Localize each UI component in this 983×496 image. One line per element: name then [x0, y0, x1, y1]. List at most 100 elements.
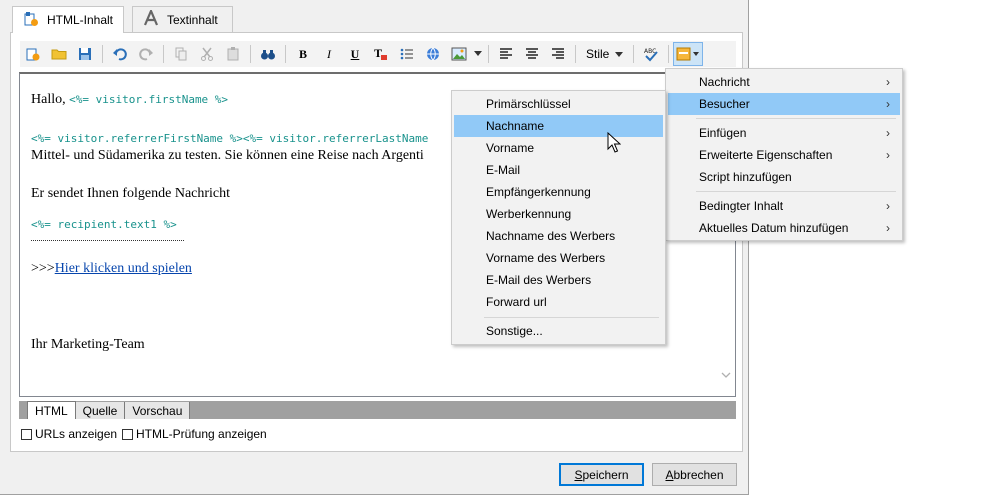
html-content-icon — [23, 11, 39, 30]
tab-html-content[interactable]: HTML-Inhalt — [12, 6, 125, 33]
chevron-right-icon: › — [886, 148, 890, 162]
insert-link-globe-icon[interactable] — [420, 42, 446, 66]
style-dropdown-label: Stile — [586, 47, 610, 61]
menu-item-add-script[interactable]: Script hinzufügen — [668, 166, 900, 188]
save-disk-icon[interactable] — [72, 42, 98, 66]
text-color-icon[interactable]: T — [368, 42, 394, 66]
view-tab-preview[interactable]: Vorschau — [125, 402, 191, 419]
cut-icon[interactable] — [194, 42, 220, 66]
chevron-right-icon: › — [886, 221, 890, 235]
submenu-item-referrer-id[interactable]: Werberkennung — [454, 203, 663, 225]
chevron-right-icon: › — [886, 199, 890, 213]
toolbar-separator — [250, 45, 251, 63]
play-link[interactable]: Hier klicken und spielen — [55, 261, 192, 276]
link-line: >>>Hier klicken und spielen — [31, 261, 192, 277]
html-check-checkbox[interactable] — [122, 428, 133, 440]
toolbar-separator — [633, 45, 635, 63]
show-urls-option[interactable]: URLs anzeigen — [21, 427, 117, 441]
bullet-list-icon[interactable] — [394, 42, 420, 66]
menu-item-label: Aktuelles Datum hinzufügen — [699, 221, 849, 235]
submenu-item-label: Nachname — [486, 119, 545, 133]
submenu-item-referrer-first-name[interactable]: Vorname des Werbers — [454, 247, 663, 269]
show-urls-checkbox[interactable] — [21, 428, 32, 440]
new-document-icon[interactable] — [20, 42, 46, 66]
text-A-icon — [143, 8, 159, 29]
menu-item-label: Nachricht — [699, 75, 750, 89]
align-right-icon[interactable] — [545, 42, 571, 66]
style-dropdown[interactable]: Stile — [580, 42, 629, 66]
editor-toolbar: B I U T Stile ABC — [20, 41, 736, 67]
image-dropdown-chevron-icon[interactable] — [472, 42, 484, 66]
submenu-item-label: E-Mail des Werbers — [486, 273, 592, 287]
menu-item-visitor[interactable]: Besucher › — [668, 93, 900, 115]
align-center-icon[interactable] — [519, 42, 545, 66]
submenu-item-referrer-email[interactable]: E-Mail des Werbers — [454, 269, 663, 291]
menu-item-message[interactable]: Nachricht › — [668, 71, 900, 93]
copy-icon[interactable] — [168, 42, 194, 66]
submenu-item-label: Nachname des Werbers — [486, 229, 616, 243]
referrer-code-line: <%= visitor.referrerFirstName %><%= visi… — [31, 132, 429, 145]
redo-icon[interactable] — [133, 42, 159, 66]
align-left-icon[interactable] — [493, 42, 519, 66]
mouse-pointer-icon — [607, 131, 622, 157]
toolbar-separator — [285, 45, 286, 63]
submenu-item-label: Vorname — [486, 141, 535, 155]
italic-button[interactable]: I — [316, 42, 342, 66]
menu-separator — [484, 317, 659, 318]
scroll-down-arrow-icon[interactable] — [719, 368, 733, 382]
submenu-item-label: Werberkennung — [486, 207, 572, 221]
submenu-item-forward-url[interactable]: Forward url — [454, 291, 663, 313]
show-urls-label: URLs anzeigen — [35, 427, 118, 441]
paste-icon[interactable] — [220, 42, 246, 66]
cancel-label: bbrechen — [673, 467, 724, 482]
toolbar-separator — [668, 45, 670, 63]
personalization-fields-button[interactable] — [673, 42, 704, 66]
submenu-item-other[interactable]: Sonstige... — [454, 320, 663, 342]
menu-item-label: Einfügen — [699, 126, 747, 140]
message-text-line: Er sendet Ihnen folgende Nachricht — [31, 186, 231, 201]
find-binoculars-icon[interactable] — [255, 42, 281, 66]
insert-image-icon[interactable] — [446, 42, 472, 66]
submenu-item-label: Forward url — [486, 295, 547, 309]
submenu-item-email[interactable]: E-Mail — [454, 159, 663, 181]
tab-label: Textinhalt — [167, 12, 218, 27]
menu-separator — [696, 118, 896, 119]
html-check-option[interactable]: HTML-Prüfung anzeigen — [122, 427, 267, 441]
chevron-down-icon — [615, 47, 624, 61]
cancel-mnemonic: A — [665, 467, 674, 482]
menu-item-insert[interactable]: Einfügen › — [668, 122, 900, 144]
chevron-right-icon: › — [886, 75, 890, 89]
menu-item-add-current-date[interactable]: Aktuelles Datum hinzufügen › — [668, 217, 900, 239]
save-label: peichern — [582, 467, 629, 482]
underline-button[interactable]: U — [342, 42, 368, 66]
svg-text:T: T — [374, 46, 382, 60]
submenu-item-last-name[interactable]: Nachname — [454, 115, 663, 137]
toolbar-separator — [163, 45, 164, 63]
toolbar-separator — [102, 45, 103, 63]
submenu-item-label: Empfängerkennung — [486, 185, 591, 199]
view-tab-html[interactable]: HTML — [27, 401, 76, 419]
bold-button[interactable]: B — [290, 42, 316, 66]
open-folder-icon[interactable] — [46, 42, 72, 66]
view-tab-source[interactable]: Quelle — [75, 402, 126, 419]
tab-text-content[interactable]: Textinhalt — [132, 6, 233, 32]
greeting-line: Hallo, <%= visitor.firstName %> — [31, 92, 228, 108]
submenu-item-first-name[interactable]: Vorname — [454, 137, 663, 159]
undo-icon[interactable] — [107, 42, 133, 66]
submenu-item-primary-key[interactable]: Primärschlüssel — [454, 93, 663, 115]
cancel-button[interactable]: Abbrechen — [652, 463, 737, 486]
submenu-item-recipient-id[interactable]: Empfängerkennung — [454, 181, 663, 203]
save-button[interactable]: Speichern — [559, 463, 644, 486]
menu-item-advanced-properties[interactable]: Erweiterte Eigenschaften › — [668, 144, 900, 166]
dotted-divider — [31, 240, 184, 241]
submenu-item-label: Vorname des Werbers — [486, 251, 606, 265]
submenu-item-referrer-last-name[interactable]: Nachname des Werbers — [454, 225, 663, 247]
personalization-tag: <%= visitor.firstName %> — [69, 93, 229, 106]
menu-item-label: Script hinzufügen — [699, 170, 792, 184]
spellcheck-icon[interactable]: ABC — [638, 42, 664, 66]
menu-item-conditional-content[interactable]: Bedingter Inhalt › — [668, 195, 900, 217]
submenu-item-label: Sonstige... — [486, 324, 543, 338]
personalization-menu: Nachricht › Besucher › Einfügen › Erweit… — [665, 68, 903, 241]
recipient-code-line: <%= recipient.text1 %> — [31, 218, 177, 231]
toolbar-separator — [575, 45, 576, 63]
